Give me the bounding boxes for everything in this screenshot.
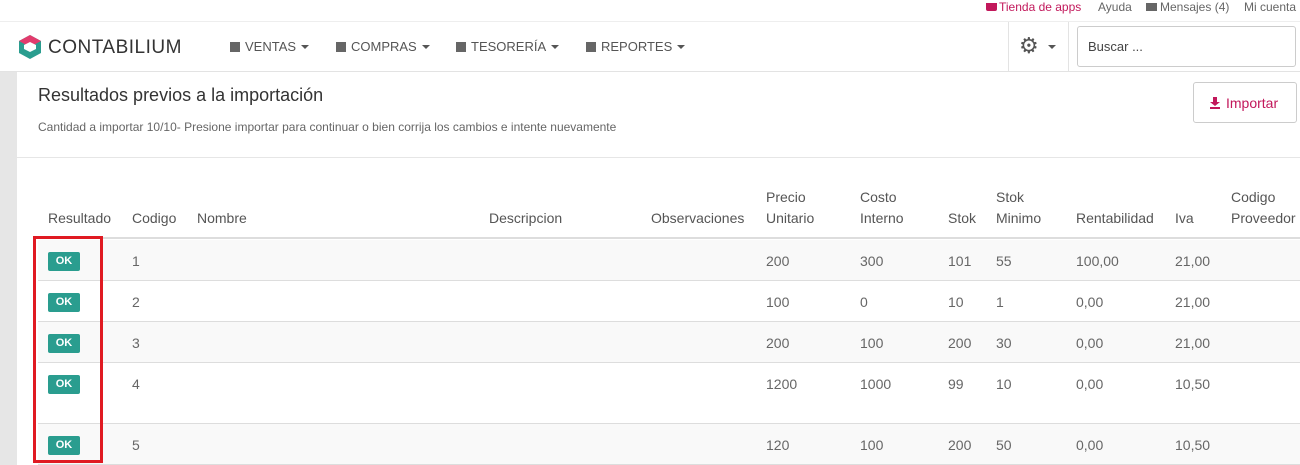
list-icon (336, 42, 346, 52)
cell-stok: 200 (948, 437, 972, 453)
col-stok-min-line1[interactable]: Stok (996, 187, 1024, 207)
cell-codigo: 2 (132, 294, 140, 310)
brand-name[interactable]: CONTABILIUM (48, 37, 182, 59)
caret-down-icon[interactable] (1048, 45, 1056, 49)
table-row: OK 2 100 0 10 1 0,00 21,00 (38, 281, 1300, 322)
document-icon (230, 42, 240, 52)
nav-reportes-label: REPORTES (601, 39, 673, 54)
cell-costo: 0 (860, 294, 868, 310)
table-row: OK 1 200 300 101 55 100,00 21,00 (38, 240, 1300, 281)
table-header: Resultado Codigo Nombre Descripcion Obse… (38, 178, 1300, 239)
col-precio-line1[interactable]: Precio (766, 187, 806, 207)
cell-stok-min: 1 (996, 294, 1004, 310)
nav-tesoreria[interactable]: TESORERÍA (456, 39, 560, 54)
messages-label: Mensajes (4) (1160, 0, 1230, 14)
col-resultado[interactable]: Resultado (48, 208, 111, 228)
nav-compras[interactable]: COMPRAS (336, 39, 430, 54)
cell-costo: 300 (860, 253, 884, 269)
col-costo-line1[interactable]: Costo (860, 187, 897, 207)
col-rentabilidad[interactable]: Rentabilidad (1076, 208, 1154, 228)
import-button[interactable]: Importar (1193, 82, 1297, 123)
import-results-table: Resultado Codigo Nombre Descripcion Obse… (38, 178, 1300, 465)
col-precio-line2[interactable]: Unitario (766, 208, 814, 228)
left-sidebar-strip (0, 72, 17, 465)
cell-codigo: 5 (132, 437, 140, 453)
header-separator (17, 157, 1300, 158)
cell-costo: 1000 (860, 376, 892, 392)
cell-iva: 21,00 (1175, 335, 1211, 351)
cell-rentabilidad: 0,00 (1076, 294, 1104, 310)
contabilium-logo-icon[interactable] (17, 34, 43, 60)
cell-stok-min: 30 (996, 335, 1012, 351)
cell-iva: 21,00 (1175, 253, 1211, 269)
page-title: Resultados previos a la importación (38, 85, 324, 105)
nav-compras-label: COMPRAS (351, 39, 417, 54)
download-icon (1210, 96, 1220, 109)
cell-iva: 10,50 (1175, 376, 1211, 392)
app-store-label: Tienda de apps (999, 0, 1082, 14)
cell-precio: 1200 (766, 376, 798, 392)
cell-rentabilidad: 0,00 (1076, 376, 1104, 392)
cell-rentabilidad: 0,00 (1076, 437, 1104, 453)
nav-reportes[interactable]: REPORTES (586, 39, 686, 54)
caret-down-icon (301, 45, 310, 49)
cart-icon (986, 3, 997, 11)
cell-costo: 100 (860, 437, 884, 453)
cell-rentabilidad: 0,00 (1076, 335, 1104, 351)
import-button-label: Importar (1226, 94, 1279, 111)
col-observaciones[interactable]: Observaciones (651, 208, 744, 228)
col-stok[interactable]: Stok (948, 208, 976, 228)
table-row: OK 4 1200 1000 99 10 0,00 10,50 (38, 363, 1300, 424)
caret-down-icon (677, 45, 686, 49)
cell-precio: 120 (766, 437, 790, 453)
cell-stok-min: 50 (996, 437, 1012, 453)
cell-codigo: 3 (132, 335, 140, 351)
account-link[interactable]: Mi cuenta (1244, 0, 1296, 15)
page-subtitle: Cantidad a importar 10/10- Presione impo… (38, 120, 617, 134)
messages-link[interactable]: Mensajes (4) (1146, 0, 1229, 15)
cell-stok: 10 (948, 294, 964, 310)
help-link[interactable]: Ayuda (1098, 0, 1132, 15)
cell-rentabilidad: 100,00 (1076, 253, 1119, 269)
cell-costo: 100 (860, 335, 884, 351)
bar-chart-icon (586, 42, 596, 52)
cell-precio: 100 (766, 294, 790, 310)
cell-codigo: 1 (132, 253, 140, 269)
nav-divider (1008, 22, 1009, 72)
search-input[interactable] (1077, 26, 1296, 67)
col-nombre[interactable]: Nombre (197, 208, 247, 228)
top-utility-bar: Tienda de apps Ayuda Mensajes (4) Mi cue… (0, 0, 1300, 22)
cell-precio: 200 (766, 253, 790, 269)
cell-stok: 99 (948, 376, 964, 392)
cell-stok-min: 55 (996, 253, 1012, 269)
table-row: OK 5 120 100 200 50 0,00 10,50 (38, 424, 1300, 465)
cell-iva: 10,50 (1175, 437, 1211, 453)
col-codigo-proveedor-line1[interactable]: Codigo (1231, 187, 1275, 207)
caret-down-icon (551, 45, 560, 49)
cell-codigo: 4 (132, 376, 140, 392)
nav-divider (1068, 22, 1069, 72)
cell-stok-min: 10 (996, 376, 1012, 392)
cell-stok: 200 (948, 335, 972, 351)
col-codigo-proveedor-line2[interactable]: Proveedor (1231, 208, 1296, 228)
col-descripcion[interactable]: Descripcion (489, 208, 562, 228)
nav-ventas[interactable]: VENTAS (230, 39, 310, 54)
col-codigo[interactable]: Codigo (132, 208, 176, 228)
envelope-icon (1146, 3, 1157, 11)
gear-icon[interactable]: ⚙ (1019, 35, 1041, 57)
cash-icon (456, 42, 466, 52)
app-store-link[interactable]: Tienda de apps (986, 0, 1081, 15)
caret-down-icon (421, 45, 430, 49)
cell-stok: 101 (948, 253, 972, 269)
col-stok-min-line2[interactable]: Minimo (996, 208, 1041, 228)
col-iva[interactable]: Iva (1175, 208, 1194, 228)
nav-tesoreria-label: TESORERÍA (471, 39, 547, 54)
cell-iva: 21,00 (1175, 294, 1211, 310)
cell-precio: 200 (766, 335, 790, 351)
nav-ventas-label: VENTAS (245, 39, 297, 54)
table-row: OK 3 200 100 200 30 0,00 21,00 (38, 322, 1300, 363)
col-costo-line2[interactable]: Interno (860, 208, 904, 228)
main-navbar: CONTABILIUM VENTAS COMPRAS TESORERÍA REP… (0, 22, 1300, 72)
highlight-box (33, 236, 103, 463)
